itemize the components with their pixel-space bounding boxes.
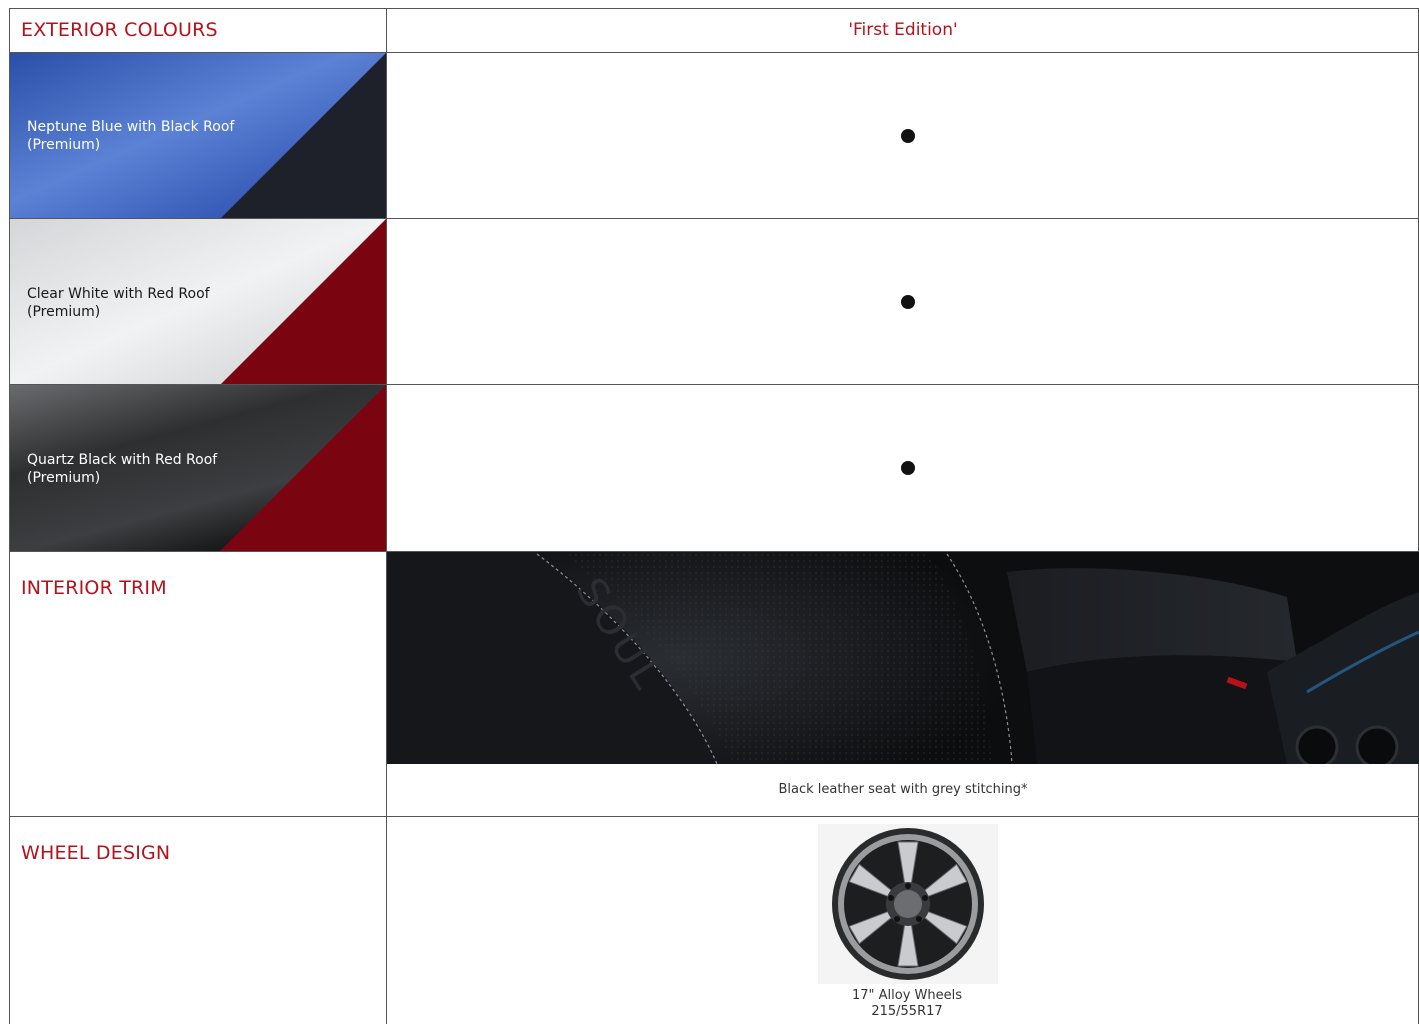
interior-trim-title: INTERIOR TRIM	[21, 577, 167, 599]
tyre-size: 215/55R17	[871, 1004, 943, 1019]
column-divider	[386, 8, 387, 1024]
colour-name-line: Clear White with Red Roof	[27, 286, 210, 302]
colour-swatch-neptune-blue: Neptune Blue with Black Roof (Premium)	[10, 53, 386, 218]
first-edition-column-header: 'First Edition'	[848, 20, 958, 40]
interior-trim-caption: Black leather seat with grey stitching*	[778, 782, 1028, 797]
alloy-wheel-image	[818, 824, 998, 984]
colour-name-line: Quartz Black with Red Roof	[27, 452, 218, 468]
colour-name-line: Neptune Blue with Black Roof	[27, 119, 235, 135]
row-divider	[9, 816, 1419, 817]
colour-swatch-quartz-black: Quartz Black with Red Roof (Premium)	[10, 385, 386, 551]
wheel-design-title: WHEEL DESIGN	[21, 842, 171, 864]
colour-name: Quartz Black with Red Roof (Premium)	[27, 451, 217, 487]
availability-dot	[901, 461, 915, 475]
colour-swatch-clear-white: Clear White with Red Roof (Premium)	[10, 219, 386, 384]
colour-name: Neptune Blue with Black Roof (Premium)	[27, 118, 234, 154]
colour-name: Clear White with Red Roof (Premium)	[27, 285, 210, 321]
interior-seat-image: SOUL	[387, 552, 1419, 764]
colour-trim-note: (Premium)	[27, 137, 101, 153]
availability-dot	[901, 295, 915, 309]
wheel-caption: 17" Alloy Wheels 215/55R17	[787, 988, 1027, 1020]
colour-trim-note: (Premium)	[27, 470, 101, 486]
exterior-colours-title: EXTERIOR COLOURS	[21, 19, 218, 41]
wheel-size: 17" Alloy Wheels	[851, 988, 963, 1003]
availability-dot	[901, 129, 915, 143]
colour-trim-note: (Premium)	[27, 304, 101, 320]
